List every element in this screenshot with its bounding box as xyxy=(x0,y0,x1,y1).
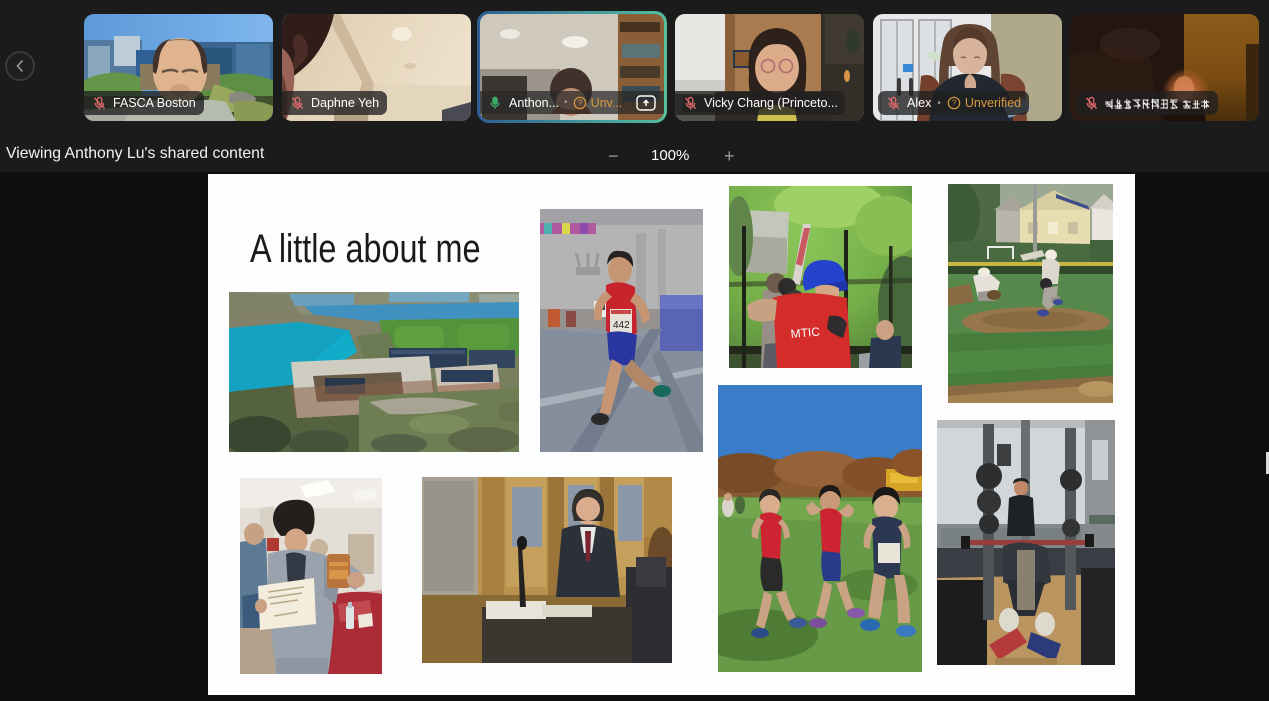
svg-text:442: 442 xyxy=(613,320,630,331)
svg-text:?: ? xyxy=(952,99,957,108)
svg-text:?: ? xyxy=(577,98,582,107)
svg-text:MTIC: MTIC xyxy=(790,324,821,341)
